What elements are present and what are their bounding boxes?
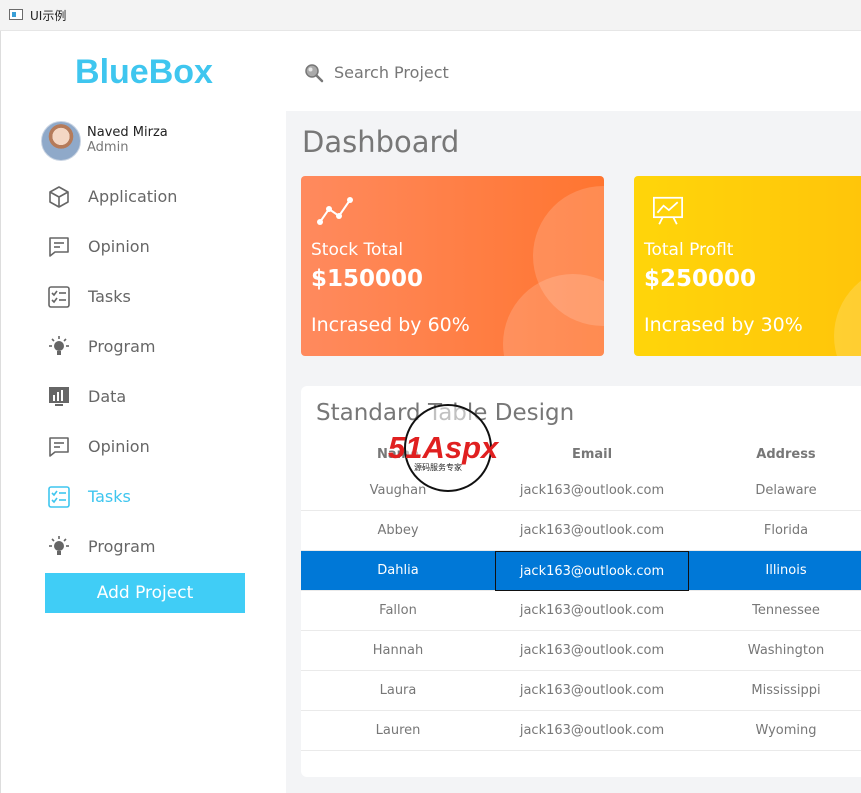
sidebar-item-tasks-active[interactable]: Tasks xyxy=(45,479,245,515)
watermark-subtext: 源码服务专家 xyxy=(414,462,462,472)
cell-email-focused[interactable]: jack163@outlook.com xyxy=(495,551,689,591)
cube-icon xyxy=(49,186,69,208)
cell-email: jack163@outlook.com xyxy=(519,483,665,498)
sidebar-item-program[interactable]: Program xyxy=(45,329,245,365)
avatar xyxy=(41,121,81,161)
cell-address: Florida xyxy=(763,523,809,538)
card-label: Total Proflt xyxy=(644,240,734,260)
sidebar-item-label: Program xyxy=(88,537,156,556)
user-name: Naved Mirza xyxy=(87,125,168,140)
sidebar-item-label: Application xyxy=(88,187,178,206)
window-title: UI示例 xyxy=(30,9,67,23)
table-row[interactable]: Abbey jack163@outlook.com Florida xyxy=(301,511,861,551)
brand-logo: BlueBox xyxy=(75,53,213,91)
cell-address: Tennessee xyxy=(752,603,820,618)
checklist-icon xyxy=(48,486,70,508)
cell-name: Hannah xyxy=(372,643,424,658)
cell-email: jack163@outlook.com xyxy=(519,723,665,738)
sidebar-item-opinion[interactable]: Opinion xyxy=(45,229,245,265)
bar-chart-icon xyxy=(49,387,69,406)
table-row[interactable]: Fallon jack163@outlook.com Tennessee xyxy=(301,591,861,631)
card-footer: Incrased by 30% xyxy=(644,314,803,336)
cell-email: jack163@outlook.com xyxy=(519,523,665,538)
cell-address: Mississippi xyxy=(751,683,821,698)
trend-icon xyxy=(317,197,353,225)
sidebar-item-data[interactable]: Data xyxy=(45,379,245,415)
cell-name: Lauren xyxy=(375,723,421,738)
cell-name: Laura xyxy=(379,683,417,698)
column-header-email[interactable]: Email xyxy=(495,447,689,462)
watermark-text: 51Aspx xyxy=(388,430,500,465)
cell-address: Wyoming xyxy=(755,723,817,738)
add-project-button[interactable]: Add Project xyxy=(45,573,245,613)
sidebar-item-tasks[interactable]: Tasks xyxy=(45,279,245,315)
sidebar-item-program-2[interactable]: Program xyxy=(45,529,245,565)
lightbulb-icon xyxy=(49,536,69,555)
sidebar-item-label: Tasks xyxy=(88,487,131,506)
cell-name: Abbey xyxy=(377,523,419,538)
cell-name: Fallon xyxy=(379,603,417,618)
sidebar: BlueBox Naved Mirza Admin Application Op… xyxy=(0,31,286,793)
message-icon xyxy=(49,437,69,457)
card-value: $150000 xyxy=(311,266,424,292)
stock-total-card[interactable]: Stock Total $150000 Incrased by 60% xyxy=(301,176,604,356)
watermark-logo: 51Aspx 源码服务专家 xyxy=(388,404,500,492)
sidebar-item-label: Tasks xyxy=(88,287,131,306)
total-profit-card[interactable]: Total Proflt $250000 Incrased by 30% xyxy=(634,176,861,356)
message-icon xyxy=(49,237,69,257)
cell-address: Illinois xyxy=(765,563,807,578)
sidebar-item-label: Opinion xyxy=(88,437,150,456)
lightbulb-icon xyxy=(49,336,69,355)
page-title: Dashboard xyxy=(302,125,460,159)
cell-address: Washington xyxy=(747,643,825,658)
card-label: Stock Total xyxy=(311,240,404,260)
cell-name: Dahlia xyxy=(377,563,419,578)
table-row[interactable]: Lauren jack163@outlook.com Wyoming xyxy=(301,711,861,751)
top-header xyxy=(286,31,861,111)
search-input[interactable] xyxy=(334,59,634,85)
sidebar-item-label: Program xyxy=(88,337,156,356)
app-window-icon xyxy=(9,9,23,20)
card-footer: Incrased by 60% xyxy=(311,314,470,336)
cell-email: jack163@outlook.com xyxy=(519,603,665,618)
window-titlebar: UI示例 xyxy=(0,0,861,31)
card-value: $250000 xyxy=(644,266,757,292)
sidebar-item-label: Data xyxy=(88,387,127,406)
decor-circle xyxy=(834,266,861,356)
sidebar-item-application[interactable]: Application xyxy=(45,179,245,215)
main-content: Dashboard Stock Total $150000 Incrased b… xyxy=(286,111,861,793)
table-row-selected[interactable]: Dahlia jack163@outlook.com Illinois xyxy=(301,551,861,591)
checklist-icon xyxy=(48,286,70,308)
table-row[interactable]: Hannah jack163@outlook.com Washington xyxy=(301,631,861,671)
cell-email: jack163@outlook.com xyxy=(519,643,665,658)
column-header-address[interactable]: Address xyxy=(689,447,861,462)
user-role: Admin xyxy=(87,140,129,155)
table-header: Name Email Address xyxy=(301,441,861,471)
presentation-icon xyxy=(653,196,683,225)
sidebar-item-opinion-2[interactable]: Opinion xyxy=(45,429,245,465)
table-row[interactable]: Vaughan jack163@outlook.com Delaware xyxy=(301,471,861,511)
decor-circle xyxy=(503,274,604,356)
search-icon[interactable] xyxy=(304,63,324,83)
cell-address: Delaware xyxy=(755,483,817,498)
standard-table-card: Standard Table Design Name Email Address… xyxy=(301,386,861,777)
cell-email: jack163@outlook.com xyxy=(519,683,665,698)
sidebar-item-label: Opinion xyxy=(88,237,150,256)
table-row[interactable]: Laura jack163@outlook.com Mississippi xyxy=(301,671,861,711)
